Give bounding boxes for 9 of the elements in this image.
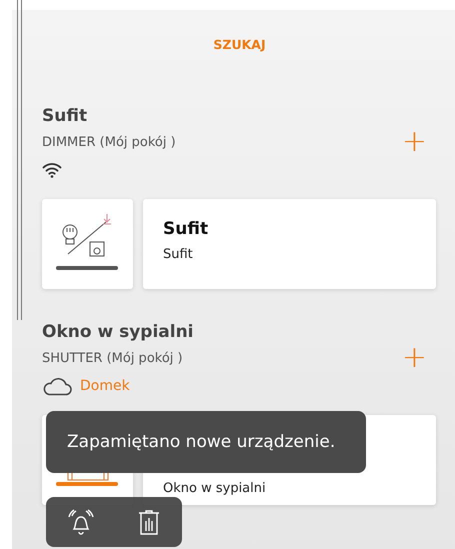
location-label: Domek [80, 378, 130, 394]
card-title: Sufit [163, 219, 210, 239]
saved-toast: Zapamiętano nowe urządzenie. [46, 411, 366, 473]
device-type-label: DIMMER (Mój pokój ) [42, 135, 176, 150]
device-type-label: SHUTTER (Mój pokój ) [42, 351, 184, 366]
device-name: Sufit [42, 106, 88, 126]
device-name: Okno w sypialni [42, 322, 194, 342]
card-subtitle: Okno w sypialni [163, 481, 267, 496]
card-subtitle: Sufit [163, 247, 194, 262]
